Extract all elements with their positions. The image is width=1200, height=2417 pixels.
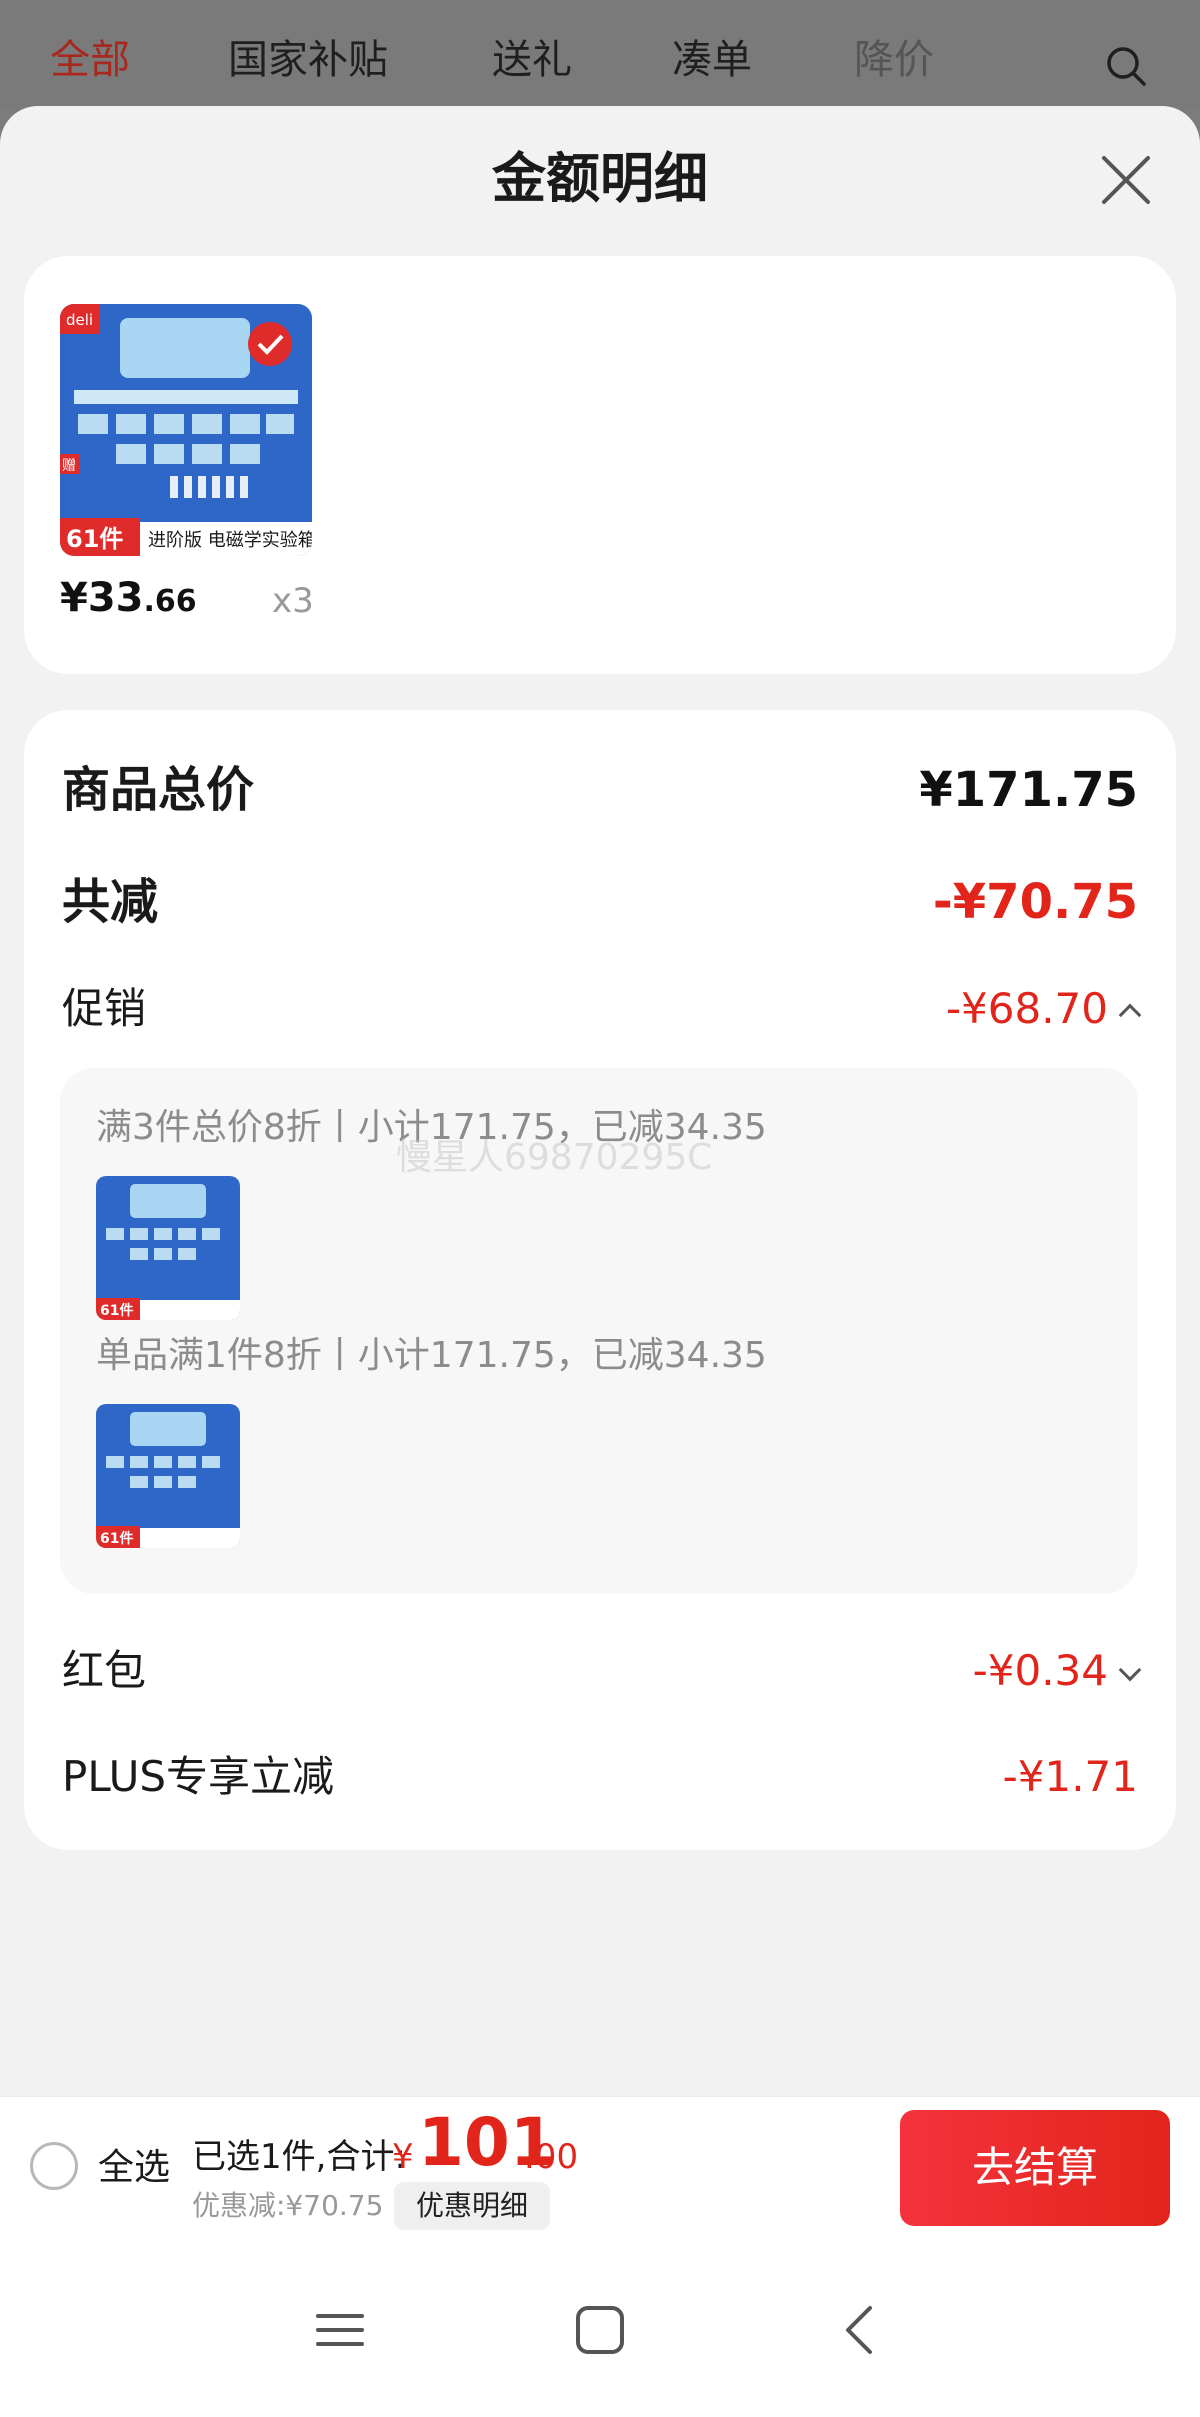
promotion-value: -¥68.70 [945,984,1108,1033]
red-packet-value: -¥0.34 [972,1646,1108,1695]
close-icon[interactable] [1096,150,1156,210]
tab-price-drop[interactable]: 降价 [854,40,934,80]
red-packet-toggle[interactable]: -¥0.34 [973,1650,1142,1692]
total-currency: ¥ [392,2137,414,2177]
tab-all[interactable]: 全部 [50,40,130,80]
goods-total-label: 商品总价 [62,762,255,818]
total-discount-label: 共减 [62,874,159,930]
promo-thumb-count: 61件 [100,1302,133,1319]
home-icon[interactable] [570,2302,630,2358]
select-all-radio[interactable] [30,2142,78,2190]
watermark: 慢星人69870295C [396,1137,713,1178]
thumb-count: 61件 [66,525,123,553]
plus-discount-label: PLUS专享立减 [62,1752,335,1801]
tab-gift[interactable]: 送礼 [492,40,572,80]
promo-thumb-count: 61件 [100,1530,133,1547]
back-icon[interactable] [830,2302,890,2358]
plus-discount-value: -¥1.71 [1002,1752,1138,1801]
sheet-title: 金额明细 [492,147,708,210]
tab-add-on[interactable]: 凑单 [672,40,752,80]
checkout-button[interactable]: 去结算 [900,2110,1170,2226]
chevron-down-icon [1118,1658,1142,1681]
chevron-up-icon [1118,1003,1142,1026]
promotion-item-thumbnail[interactable]: 61件 [96,1404,240,1548]
selected-count: 已选1件,合计: [192,2137,406,2177]
promotion-rule-2: 单品满1件8折丨小计171.75，已减34.35 [96,1335,767,1376]
total-discount-value: -¥70.75 [932,874,1138,930]
tab-national-subsidy[interactable]: 国家补贴 [228,40,388,80]
top-tab-bar: 全部 国家补贴 送礼 凑单 降价 [0,0,1200,110]
goods-total-value: ¥171.75 [919,762,1138,818]
red-packet-label: 红包 [62,1646,147,1695]
discount-detail-button[interactable]: 优惠明细 [394,2182,550,2230]
promotion-item-thumbnail[interactable]: 61件 [96,1176,240,1320]
product-quantity: x3 [272,581,314,621]
product-price-dec: .66 [143,584,197,619]
product-thumbnail[interactable]: deli 赠 61件 进阶版 电磁学实验箱 [60,304,312,556]
product-price-int: ¥33 [60,575,144,621]
brand-logo: deli [66,311,93,329]
total-amount-decimal: .00 [524,2137,579,2177]
select-all-label[interactable]: 全选 [98,2150,170,2186]
gift-badge: 赠 [62,458,76,474]
search-icon[interactable] [1104,44,1148,88]
product-price: ¥33.66 [60,578,197,618]
promotion-toggle[interactable]: -¥68.70 [946,988,1142,1030]
promotion-label: 促销 [62,984,147,1033]
menu-icon[interactable] [310,2302,370,2358]
saved-amount: 优惠减:¥70.75 [192,2189,384,2222]
thumb-caption: 进阶版 电磁学实验箱 [148,530,312,551]
